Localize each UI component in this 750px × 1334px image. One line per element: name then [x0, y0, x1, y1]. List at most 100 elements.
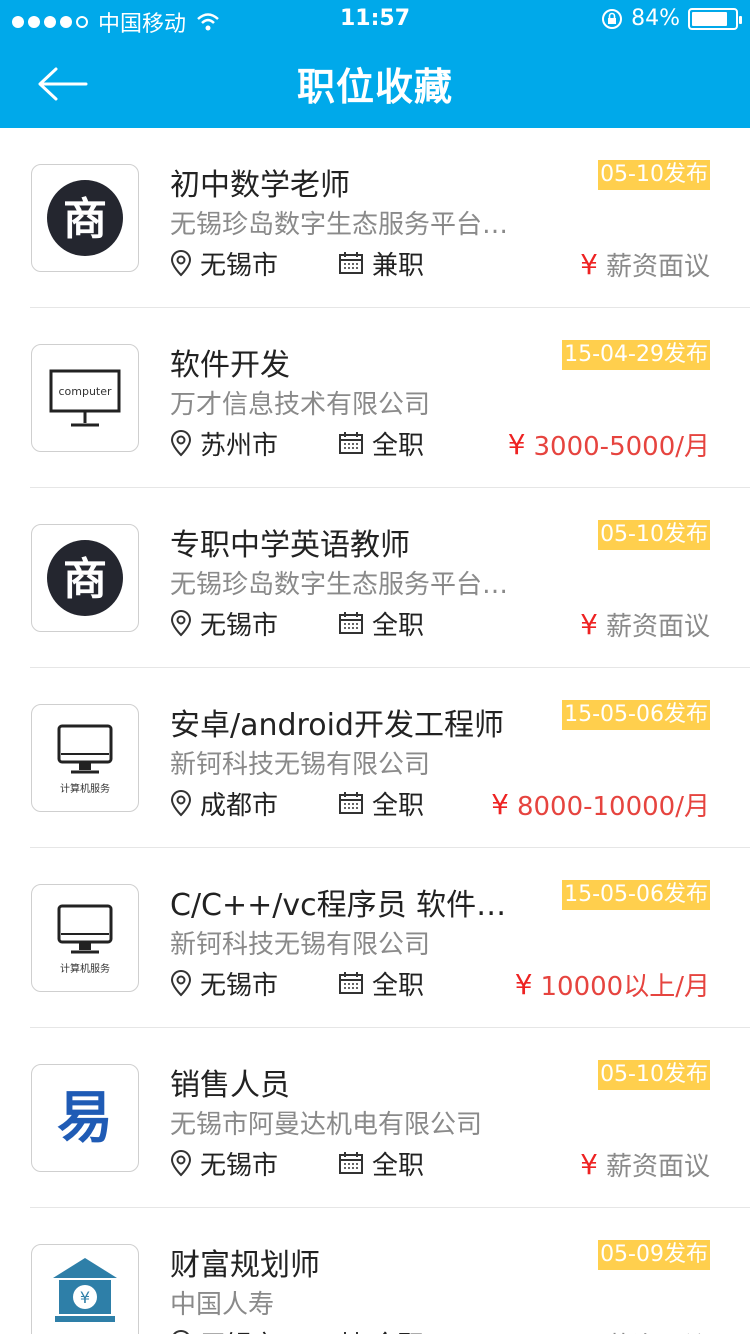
publish-date-badge: 05-10发布 [598, 1060, 710, 1090]
company-name: 万才信息技术有限公司 [170, 390, 431, 420]
company-name: 无锡珍岛数字生态服务平台技... [170, 210, 530, 240]
logo-text: 计算机服务 [60, 963, 110, 975]
job-title: 销售人员 [170, 1068, 290, 1103]
salary: ¥ 薪资面议 [580, 1326, 710, 1334]
calendar-icon [339, 972, 363, 994]
job-type-label: 全职 [372, 790, 425, 821]
salary-label: 薪资面议 [605, 612, 710, 642]
top-bar: 中国移动 11:57 84% 职位收藏 [0, 0, 750, 128]
publish-date-badge: 05-09发布 [598, 1240, 710, 1270]
yen-icon: ¥ [514, 968, 533, 1001]
company-logo: computer [31, 344, 139, 452]
company-name: 无锡珍岛数字生态服务平台技... [170, 570, 530, 600]
job-type-label: 全职 [372, 1150, 425, 1181]
salary: ¥薪资面议 [580, 1146, 710, 1183]
job-list-item[interactable]: 易 销售人员无锡市阿曼达机电有限公司 05-10发布无锡市 全职 ¥ 薪资面议 [0, 1028, 750, 1208]
company-logo: 商 [31, 164, 139, 272]
publish-date-badge: 15-04-29发布 [562, 340, 710, 370]
rotation-lock-icon [602, 8, 623, 29]
location-pin-icon [170, 609, 192, 637]
city-label: 成都市 [200, 790, 279, 821]
job-list-item[interactable]: 商 初中数学老师 无锡珍岛数字生态服务平台技... 05-10发布 无锡市 兼职 ¥ 薪资面议 [0, 128, 750, 308]
job-title: 专职中学英语教师 [170, 528, 410, 563]
company-logo: 计算机服务 [31, 884, 139, 992]
svg-text:¥: ¥ [80, 1288, 90, 1307]
company-logo: ¥银行·保险 [31, 1244, 139, 1334]
location-pin-icon [170, 789, 192, 817]
location: 无锡市 [170, 1145, 338, 1182]
company-logo: 计算机服务 [31, 704, 139, 812]
svg-text:商: 商 [63, 194, 107, 245]
location: 苏州市 [170, 425, 338, 462]
location-pin-icon [170, 429, 192, 457]
city-label: 苏州市 [200, 430, 279, 461]
yen-icon: ¥ [580, 1148, 598, 1181]
company-logo: 商 [31, 524, 139, 632]
job-meta: 成都市 全职 [170, 785, 424, 822]
calendar-icon [339, 252, 363, 274]
publish-date-badge: 05-10发布 [598, 160, 710, 190]
salary-label: 8000-10000/月 [516, 792, 710, 822]
job-list-item[interactable]: 商 专职中学英语教师 无锡珍岛数字生态服务平台技... 05-10发布 无锡市 全职 ¥ 薪资… [0, 488, 750, 668]
yen-icon: ¥ [580, 248, 598, 281]
job-list-item[interactable]: ¥银行·保险财富规划师中国人寿 05-09发布无锡市 全职 ¥ 薪资面议 [0, 1208, 750, 1334]
job-meta: 无锡市 兼职 [170, 245, 424, 282]
calendar-icon [339, 432, 363, 454]
company-name: 新钶科技无锡有限公司 [170, 750, 431, 780]
company-name: 新钶科技无锡有限公司 [170, 930, 431, 960]
location: 无锡市 [170, 965, 338, 1002]
yen-icon: ¥ [580, 1328, 598, 1334]
battery-icon [688, 7, 742, 30]
job-title: 财富规划师 [170, 1248, 320, 1283]
publish-date-badge: 15-05-06发布 [562, 700, 710, 730]
salary-label: 薪资面议 [605, 252, 710, 282]
battery-percent: 84% [631, 6, 680, 31]
job-type: 全职 [338, 965, 424, 1002]
job-type-label: 全职 [372, 430, 425, 461]
city-label: 无锡市 [200, 1150, 279, 1181]
location: 无锡市 [170, 1325, 338, 1334]
job-type: 全职 [338, 1145, 424, 1182]
job-meta: 无锡市 全职 [170, 1145, 424, 1182]
job-list-item[interactable]: 计算机服务 安卓/android开发工程师 新钶科技无锡有限公司 15-05-06发布… [0, 668, 750, 848]
calendar-icon [339, 792, 363, 814]
calendar-icon [339, 612, 363, 634]
yen-icon: ¥ [507, 428, 526, 461]
yen-icon: ¥ [491, 788, 509, 821]
job-list-item[interactable]: 计算机服务 C/C++/vc程序员 软件工... 新钶科技无锡有限公司 15-05-0… [0, 848, 750, 1028]
location: 无锡市 [170, 245, 338, 282]
location-pin-icon [170, 969, 192, 997]
yen-icon: ¥ [580, 608, 598, 641]
location-pin-icon [170, 249, 192, 277]
job-type-label: 全职 [372, 610, 425, 641]
salary: ¥3000-5000/月 [508, 426, 710, 463]
job-title: 软件开发 [170, 348, 290, 383]
job-type-label: 全职 [372, 970, 425, 1001]
job-type: 全职 [338, 1325, 424, 1334]
page-title: 职位收藏 [296, 65, 453, 109]
salary: ¥薪资面议 [580, 246, 710, 283]
salary-label: 薪资面议 [605, 1152, 710, 1182]
job-type: 全职 [338, 605, 424, 642]
location-pin-icon [170, 1149, 192, 1177]
status-right: 84% [601, 6, 742, 31]
location: 无锡市 [170, 605, 338, 642]
company-logo: 易 [31, 1064, 139, 1172]
company-name: 无锡市阿曼达机电有限公司 [170, 1110, 483, 1140]
salary: ¥10000以上/月 [515, 966, 710, 1003]
company-name: 中国人寿 [170, 1290, 275, 1320]
job-list-item[interactable]: computer 软件开发万才信息技术有限公司 15-04-29发布苏州市 全职 ¥30… [0, 308, 750, 488]
salary: ¥薪资面议 [580, 606, 710, 643]
calendar-icon [339, 1152, 363, 1174]
job-meta: 苏州市 全职 [170, 425, 424, 462]
job-type: 全职 [338, 785, 424, 822]
salary-label: 薪资面议 [606, 1326, 710, 1334]
svg-text:商: 商 [63, 554, 107, 605]
job-type-label: 兼职 [372, 250, 425, 281]
job-meta: 无锡市 全职 [170, 605, 424, 642]
city-label: 无锡市 [200, 970, 279, 1001]
job-list: 商初中数学老师 无锡珍岛数字生态服务平台技... 05-10发布 无锡市 兼职 ¥ 薪资面议… [0, 128, 750, 1334]
job-type: 兼职 [338, 245, 424, 282]
location: 成都市 [170, 785, 338, 822]
job-type: 全职 [338, 425, 424, 462]
